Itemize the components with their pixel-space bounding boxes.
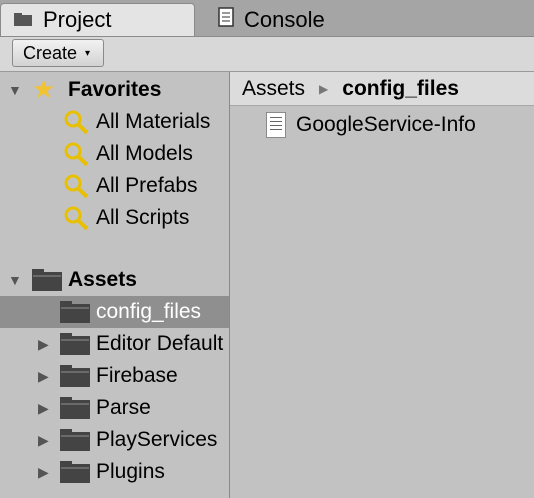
folder-tab-icon [13,7,33,33]
folder-icon [60,301,90,323]
folder-icon [60,461,90,483]
tree-item-label: Editor Default Resources [96,332,229,355]
collapsed-triangle-icon[interactable]: ▶ [38,464,49,481]
folder-icon [32,269,62,291]
expanded-triangle-icon[interactable]: ▼ [8,272,22,288]
favorite-all-prefabs[interactable]: All Prefabs [0,170,229,202]
tab-console[interactable]: Console [218,3,325,36]
search-icon [64,206,89,231]
search-icon [64,174,89,199]
assets-label: Assets [68,268,137,291]
collapsed-triangle-icon[interactable]: ▶ [38,368,49,385]
search-icon [64,110,89,135]
text-file-icon [266,112,286,138]
tree-item-firebase[interactable]: ▶ Firebase [0,360,229,392]
breadcrumb-separator-icon: ▶ [319,81,329,96]
tab-bar: Project Console [0,0,534,37]
breadcrumb: Assets ▶ config_files [230,72,534,106]
file-item[interactable]: GoogleService-Info [266,112,476,138]
favorite-label: All Materials [96,110,211,133]
favorites-label: Favorites [68,78,162,101]
favorite-label: All Scripts [96,206,190,229]
create-button[interactable]: Create ▾ [12,39,104,67]
tree-item-label: Firebase [96,364,178,387]
breadcrumb-assets[interactable]: Assets [242,77,305,101]
tree-item-label: Parse [96,396,151,419]
tree-item-playservices[interactable]: ▶ PlayServices [0,424,229,456]
collapsed-triangle-icon[interactable]: ▶ [38,400,49,417]
tab-project-label: Project [43,7,112,32]
favorite-all-scripts[interactable]: All Scripts [0,202,229,234]
folder-icon [60,365,90,387]
tree-item-assets[interactable]: ▼ Assets [0,264,229,296]
tree-item-config-files[interactable]: config_files [0,296,229,328]
collapsed-triangle-icon[interactable]: ▶ [38,336,49,353]
tree-item-label: Plugins [96,460,165,483]
tab-project[interactable]: Project [0,3,195,36]
breadcrumb-config-files[interactable]: config_files [342,77,459,101]
console-icon [218,6,234,33]
tree-item-plugins[interactable]: ▶ Plugins [0,456,229,488]
tree-item-editor-default-resources[interactable]: ▶ Editor Default Resources [0,328,229,360]
folder-tree: ▼ ★ Favorites All Materials All Models A… [0,72,230,498]
folder-icon [60,397,90,419]
favorite-all-models[interactable]: All Models [0,138,229,170]
create-button-label: Create [23,42,78,63]
tree-item-favorites[interactable]: ▼ ★ Favorites [0,74,229,106]
search-icon [64,142,89,167]
star-icon: ★ [32,74,56,104]
tree-item-parse[interactable]: ▶ Parse [0,392,229,424]
folder-icon [60,333,90,355]
folder-icon [60,429,90,451]
file-name: GoogleService-Info [296,113,476,136]
asset-browser: Assets ▶ config_files GoogleService-Info [230,72,534,498]
toolbar: Create ▾ [0,37,534,72]
favorite-all-materials[interactable]: All Materials [0,106,229,138]
tree-item-label: PlayServices [96,428,218,451]
dropdown-arrow-icon: ▾ [85,47,91,59]
collapsed-triangle-icon[interactable]: ▶ [38,432,49,449]
favorite-label: All Prefabs [96,174,198,197]
tab-console-label: Console [244,6,325,32]
tree-item-label: config_files [96,300,202,323]
favorite-label: All Models [96,142,193,165]
expanded-triangle-icon[interactable]: ▼ [8,82,22,98]
